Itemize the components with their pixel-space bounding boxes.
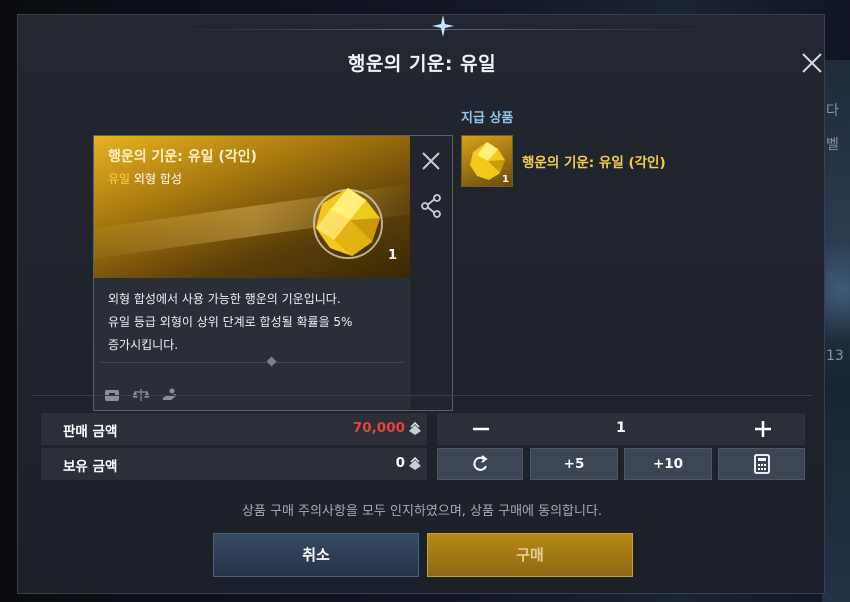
item-detail-card: 행운의 기운: 유일 (각인) 유일 외형 합성 1 외형 합성에서 사용 가능… <box>93 135 453 411</box>
item-name: 행운의 기운: 유일 (각인) <box>108 149 257 165</box>
item-category: 외형 합성 <box>133 172 182 186</box>
description-line: 외형 합성에서 사용 가능한 행운의 기운입니다. <box>108 292 341 306</box>
item-grade: 유일 <box>108 172 131 186</box>
purchase-dialog: 행운의 기운: 유일 행운의 기운: 유일 (각인) 유일 외형 합성 1 외형… <box>17 14 825 594</box>
background-panel: 다 벨 13 <box>822 60 850 602</box>
sale-price-label: 판매 금액 <box>63 424 118 440</box>
currency-icon <box>409 421 421 435</box>
section-divider <box>32 395 812 396</box>
sale-price-row: 판매 금액 70,000 <box>41 413 427 445</box>
card-side-panel <box>410 136 452 410</box>
plus-icon[interactable] <box>743 413 783 445</box>
payment-item-thumbnail[interactable]: 1 <box>461 135 513 187</box>
card-divider <box>100 362 404 363</box>
divider-ornament <box>266 356 277 367</box>
item-count: 1 <box>388 248 398 263</box>
currency-icon <box>409 456 421 470</box>
gem-icon <box>313 188 383 259</box>
item-subtitle: 유일 외형 합성 <box>108 170 182 187</box>
calculator-icon <box>753 454 770 474</box>
description-line: 유일 등급 외형이 상위 단계로 합성될 확률을 5% <box>108 315 353 329</box>
description-line: 증가시킵니다. <box>108 338 179 352</box>
scale-icon <box>132 387 150 406</box>
close-icon[interactable] <box>800 51 824 75</box>
storage-icon <box>104 387 120 406</box>
owned-amount-row: 보유 금액 0 <box>41 448 427 480</box>
bg-text-1: 다 <box>826 103 839 119</box>
sparkle-icon <box>432 15 454 37</box>
item-banner: 행운의 기운: 유일 (각인) 유일 외형 합성 1 <box>94 136 410 278</box>
payment-item-count: 1 <box>502 174 509 185</box>
owned-amount-value: 0 <box>395 455 405 471</box>
add-10-button[interactable]: +10 <box>624 448 712 480</box>
refresh-icon <box>473 455 488 471</box>
dialog-title: 행운의 기운: 유일 <box>347 53 497 75</box>
sale-price-value: 70,000 <box>352 420 405 436</box>
payment-item-name: 행운의 기운: 유일 (각인) <box>522 155 666 171</box>
payment-label: 지급 상품 <box>461 111 514 126</box>
share-icon[interactable] <box>420 194 442 218</box>
bg-text-3: 13 <box>826 348 844 364</box>
buy-button[interactable]: 구매 <box>427 533 633 577</box>
add-5-button[interactable]: +5 <box>530 448 618 480</box>
quantity-value[interactable]: 1 <box>477 420 765 436</box>
cancel-button[interactable]: 취소 <box>213 533 419 577</box>
item-description: 외형 합성에서 사용 가능한 행운의 기운입니다. 유일 등급 외형이 상위 단… <box>108 288 404 357</box>
reset-quantity-button[interactable] <box>437 448 523 480</box>
owned-amount-label: 보유 금액 <box>63 459 118 475</box>
purchase-agreement-notice: 상품 구매 주의사항을 모두 인지하였으며, 상품 구매에 동의합니다. <box>241 504 603 519</box>
calculator-button[interactable] <box>718 448 805 480</box>
bg-text-2: 벨 <box>826 137 839 153</box>
quantity-stepper: 1 <box>437 413 805 445</box>
hand-icon <box>162 387 178 406</box>
close-icon[interactable] <box>420 150 442 172</box>
